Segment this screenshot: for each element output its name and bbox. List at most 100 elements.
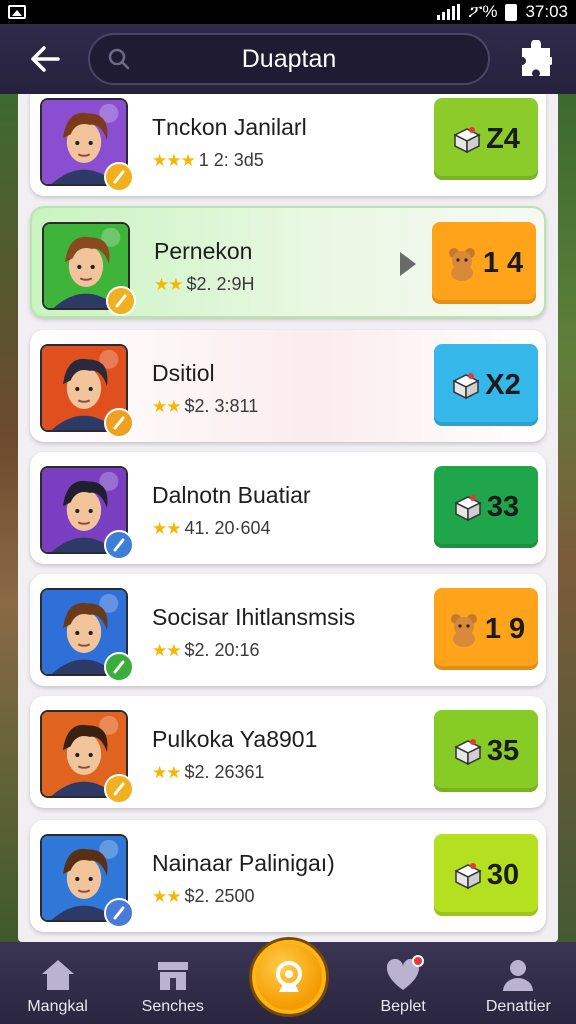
list-item[interactable]: Nainaar Palinigaı) ★★ $2. 2500 30 xyxy=(30,820,546,932)
status-bar: ፖ% 37:03 xyxy=(0,0,576,24)
bottom-navigation: Mangkal Senches Beplet Denattier xyxy=(0,940,576,1024)
price-button[interactable]: 33 xyxy=(434,466,538,548)
price-text: Z4 xyxy=(486,122,520,155)
status-time: 37:03 xyxy=(525,2,568,21)
class-badge-icon xyxy=(104,774,134,804)
class-badge-icon xyxy=(104,898,134,928)
list-item[interactable]: Dalnotn Buatiar ★★ 41. 20·604 33 xyxy=(30,452,546,564)
character-avatar xyxy=(40,834,134,928)
item-title: Pulkoka Ya8901 xyxy=(152,726,318,752)
center-action-button[interactable] xyxy=(252,940,326,1014)
price-button[interactable]: 1 4 xyxy=(432,222,536,304)
arrow-left-icon xyxy=(31,46,60,72)
class-badge-icon xyxy=(104,652,134,682)
character-avatar xyxy=(40,98,134,192)
item-meta-text: $2. 3:811 xyxy=(184,396,259,416)
gallery-notification-icon xyxy=(8,5,26,19)
store-icon xyxy=(155,958,191,992)
price-text: 33 xyxy=(486,490,520,523)
list-item[interactable]: Socisar Ihitlansmsis ★★ $2. 20:16 1 9 xyxy=(30,574,546,686)
item-meta-text: 41. 20·604 xyxy=(184,518,271,538)
item-meta-text: $2. 20:16 xyxy=(184,640,260,660)
play-icon[interactable] xyxy=(400,252,416,276)
star-rating-icon: ★★ xyxy=(154,274,184,294)
star-rating-icon: ★★ xyxy=(152,762,182,782)
list-item[interactable]: Tnckon Janilarl ★★★ 1 2: 3d5 Z4 xyxy=(30,94,546,196)
top-header: Duaptan xyxy=(0,24,576,94)
class-badge-icon xyxy=(104,530,134,560)
price-button[interactable]: Z4 xyxy=(434,98,538,180)
notification-dot xyxy=(412,955,425,967)
search-bar[interactable]: Duaptan xyxy=(88,33,490,85)
nav-item-favorites[interactable]: Beplet xyxy=(353,955,453,1016)
price-button[interactable]: 35 xyxy=(434,710,538,792)
item-title: Nainaar Palinigaı) xyxy=(152,850,335,876)
class-badge-icon xyxy=(104,408,134,438)
character-avatar xyxy=(40,588,134,682)
price-button[interactable]: X2 xyxy=(434,344,538,426)
character-avatar xyxy=(42,222,136,316)
list-item[interactable]: Dsitiol ★★ $2. 3:811 X2 xyxy=(30,330,546,442)
puzzle-icon xyxy=(522,40,552,76)
back-button[interactable] xyxy=(20,34,70,84)
bear-icon xyxy=(450,614,477,647)
class-badge-icon xyxy=(106,286,136,316)
item-meta-text: $2. 26361 xyxy=(184,762,265,782)
nav-label-searches: Senches xyxy=(141,998,204,1015)
item-title: Tnckon Janilarl xyxy=(152,114,307,140)
camera-icon xyxy=(276,961,302,992)
nav-item-profile[interactable]: Denattier xyxy=(468,958,568,1016)
star-rating-icon: ★★ xyxy=(152,886,182,906)
price-text: 30 xyxy=(486,858,520,891)
item-meta: ★★ 41. 20·604 xyxy=(152,518,271,539)
star-rating-icon: ★★ xyxy=(152,640,182,660)
user-icon xyxy=(500,958,536,992)
price-text: 1 4 xyxy=(482,246,524,279)
item-meta: ★★ $2. 3:811 xyxy=(152,396,258,417)
item-title: Dalnotn Buatiar xyxy=(152,482,311,508)
item-meta: ★★ $2. 20:16 xyxy=(152,640,260,661)
home-icon xyxy=(40,958,76,992)
nav-label-favorites: Beplet xyxy=(380,998,426,1015)
gift-box-icon xyxy=(453,127,481,154)
carrier-text: ፖ% xyxy=(468,2,498,21)
star-rating-icon: ★★★ xyxy=(152,150,196,170)
signal-icon xyxy=(437,4,461,20)
nav-label-home: Mangkal xyxy=(27,998,88,1015)
item-title: Socisar Ihitlansmsis xyxy=(152,604,356,630)
list-item[interactable]: Pulkoka Ya8901 ★★ $2. 26361 35 xyxy=(30,696,546,808)
star-rating-icon: ★★ xyxy=(152,396,182,416)
item-meta: ★★★ 1 2: 3d5 xyxy=(152,150,264,171)
heart-icon xyxy=(385,955,425,992)
gift-box-icon xyxy=(454,739,482,766)
nav-item-home[interactable]: Mangkal xyxy=(8,958,108,1016)
character-avatar xyxy=(40,710,134,804)
item-title: Pernekon xyxy=(154,238,253,264)
price-button[interactable]: 30 xyxy=(434,834,538,916)
item-meta: ★★ $2. 2500 xyxy=(152,886,255,907)
item-meta-text: $2. 2500 xyxy=(184,886,255,906)
battery-icon xyxy=(505,3,518,21)
price-text: 1 9 xyxy=(484,612,526,645)
item-meta: ★★ $2. 2:9H xyxy=(154,274,255,295)
item-meta-text: 1 2: 3d5 xyxy=(198,150,264,170)
search-icon xyxy=(108,48,130,70)
item-meta: ★★ $2. 26361 xyxy=(152,762,265,783)
gift-box-icon xyxy=(454,495,482,522)
bear-icon xyxy=(448,248,475,281)
star-rating-icon: ★★ xyxy=(152,518,182,538)
price-text: X2 xyxy=(485,368,521,401)
character-avatar xyxy=(40,344,134,438)
character-list: Tnckon Janilarl ★★★ 1 2: 3d5 Z4 Pernekon… xyxy=(18,94,558,942)
nav-item-searches[interactable]: Senches xyxy=(123,958,223,1016)
character-avatar xyxy=(40,466,134,560)
price-text: 35 xyxy=(486,734,520,767)
price-button[interactable]: 1 9 xyxy=(434,588,538,670)
gift-box-icon xyxy=(454,863,482,890)
item-meta-text: $2. 2:9H xyxy=(186,274,255,294)
item-title: Dsitiol xyxy=(152,360,215,386)
search-text: Duaptan xyxy=(241,44,337,73)
nav-label-profile: Denattier xyxy=(485,998,551,1015)
puzzle-button[interactable] xyxy=(516,34,556,84)
list-item[interactable]: Pernekon ★★ $2. 2:9H 1 4 xyxy=(30,206,546,318)
